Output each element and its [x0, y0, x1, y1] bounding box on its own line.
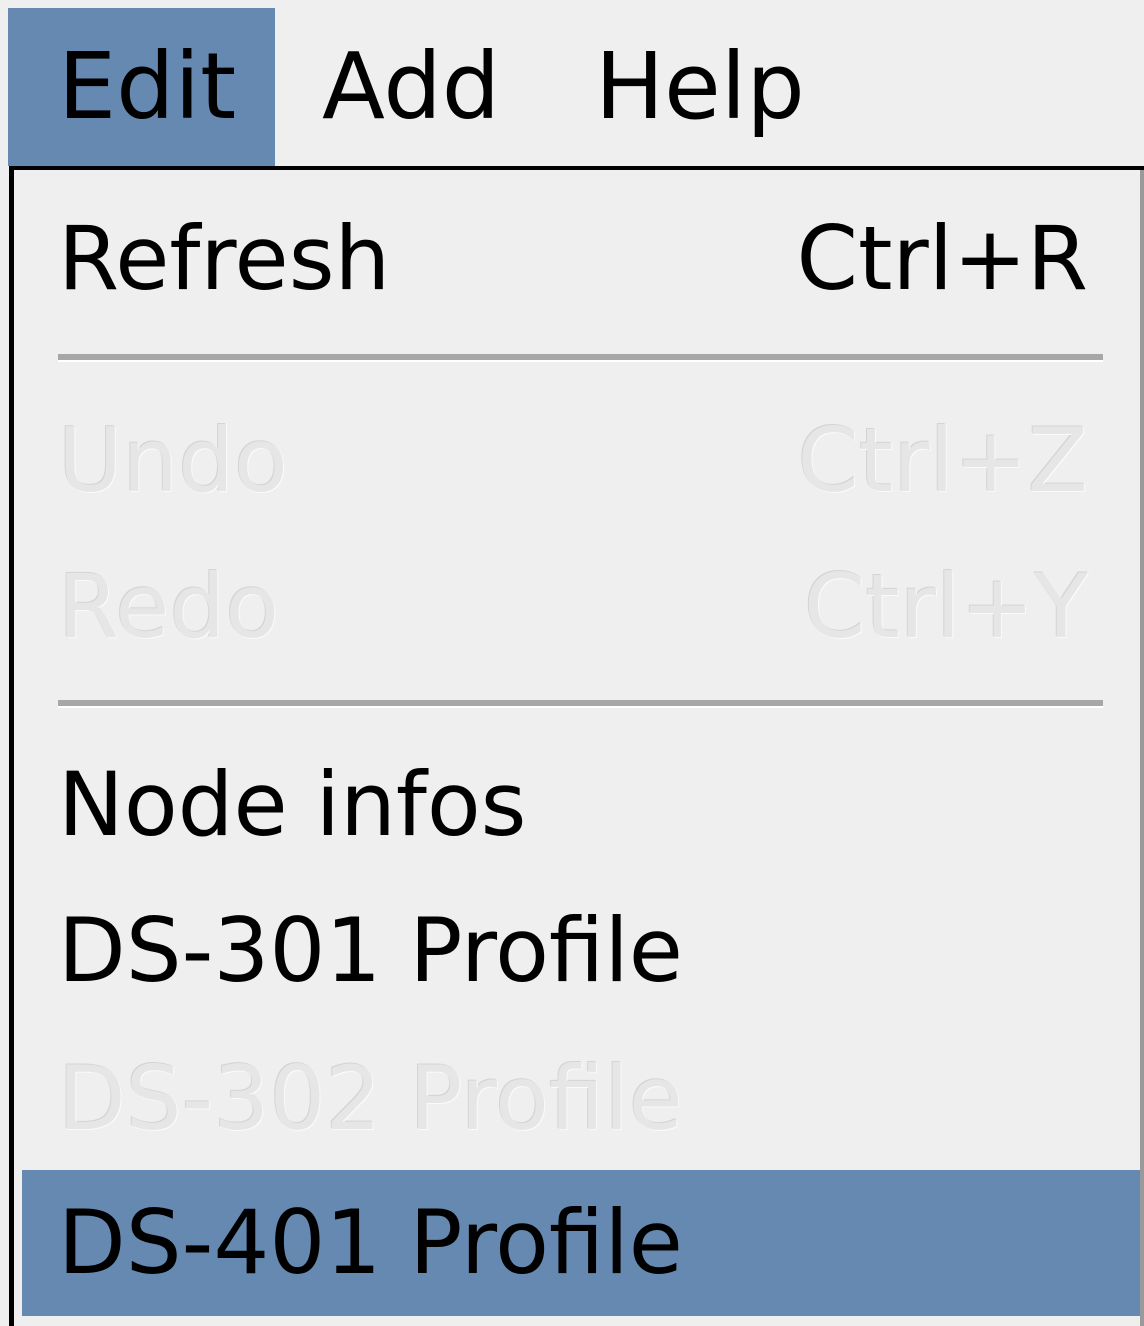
menu-add-label: Add	[322, 33, 501, 140]
menu-item-ds-301-profile[interactable]: DS-301 Profile	[14, 896, 1140, 1006]
menu-add[interactable]: Add	[322, 8, 500, 166]
menu-item-ds-302-profile[interactable]: DS-302 Profile	[14, 1044, 1140, 1154]
edit-dropdown-menu: Refresh Ctrl+R Undo Ctrl+Z Redo Ctrl+Y N…	[9, 166, 1144, 1326]
menu-help-label: Help	[595, 33, 805, 140]
menu-item-ds-301-profile-label: DS-301 Profile	[58, 899, 683, 1002]
menu-item-ds-401-profile-label: DS-401 Profile	[58, 1191, 683, 1294]
menu-separator	[58, 700, 1103, 708]
menu-item-ds-302-profile-label: DS-302 Profile	[58, 1047, 683, 1150]
menu-item-refresh-shortcut: Ctrl+R	[796, 207, 1088, 310]
menu-item-node-infos[interactable]: Node infos	[14, 750, 1140, 860]
menu-item-refresh-label: Refresh	[58, 207, 391, 310]
menu-item-node-infos-label: Node infos	[58, 753, 527, 856]
menu-separator	[58, 354, 1103, 362]
menu-item-redo-label: Redo	[58, 555, 280, 658]
menu-edit-label: Edit	[58, 33, 237, 140]
menu-item-undo-label: Undo	[58, 409, 288, 512]
menu-item-undo[interactable]: Undo Ctrl+Z	[14, 406, 1140, 516]
menu-item-ds-401-profile[interactable]: DS-401 Profile	[22, 1170, 1140, 1316]
menu-item-redo[interactable]: Redo Ctrl+Y	[14, 552, 1140, 662]
menu-item-undo-shortcut: Ctrl+Z	[797, 409, 1088, 512]
menu-item-refresh[interactable]: Refresh Ctrl+R	[14, 204, 1140, 314]
menu-bar: Edit Add Help	[8, 8, 1144, 166]
menu-item-redo-shortcut: Ctrl+Y	[803, 555, 1088, 658]
menu-edit[interactable]: Edit	[8, 8, 275, 166]
menu-help[interactable]: Help	[595, 8, 805, 166]
